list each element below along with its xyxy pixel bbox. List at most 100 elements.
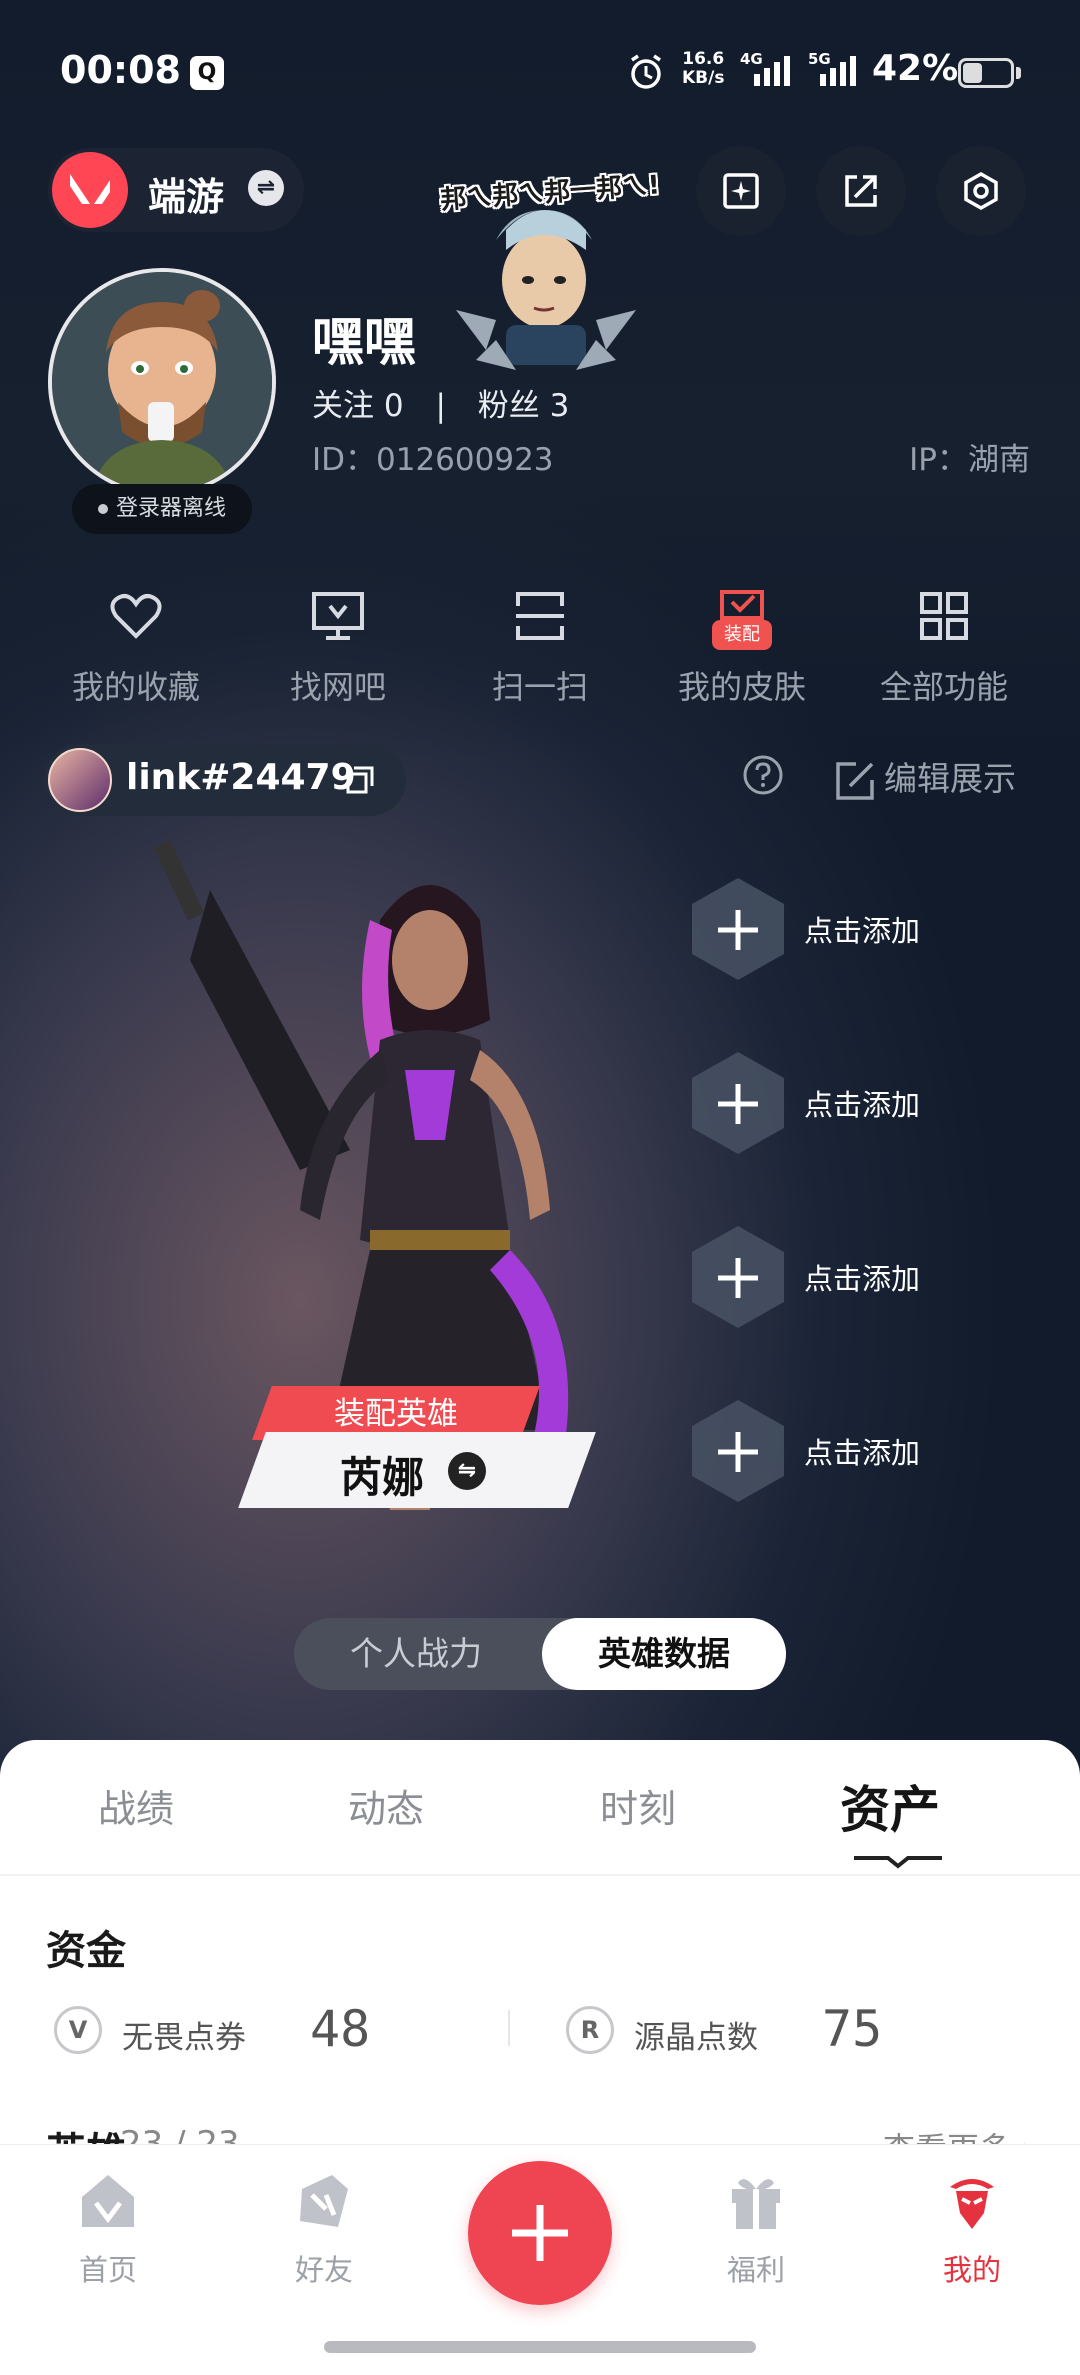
status-dot-icon bbox=[97, 504, 108, 514]
edit-display-button[interactable]: 编辑展示 bbox=[834, 752, 1016, 802]
plus-icon bbox=[718, 1432, 758, 1472]
quick-action-label: 扫一扫 bbox=[491, 668, 588, 706]
add-slot-1[interactable]: 点击添加 bbox=[690, 876, 990, 986]
tab-assets[interactable]: 资产 bbox=[840, 1770, 940, 1842]
currency-label: 无畏点券 bbox=[122, 2020, 246, 2056]
add-slot-label: 点击添加 bbox=[804, 914, 921, 948]
gift-icon bbox=[724, 2169, 788, 2233]
network-speed-unit: KB/s bbox=[682, 68, 725, 88]
plus-icon bbox=[512, 2205, 568, 2261]
settings-hex-icon bbox=[964, 171, 998, 211]
quick-action-netcafe[interactable]: 找网吧 bbox=[238, 588, 438, 708]
fans-count[interactable]: 粉丝 3 bbox=[478, 388, 570, 424]
currency-label: 源晶点数 bbox=[634, 2020, 758, 2056]
add-slot-4[interactable]: 点击添加 bbox=[690, 1398, 990, 1508]
edit-icon bbox=[836, 761, 874, 800]
qq-notification-icon: Q bbox=[190, 56, 224, 90]
tab-divider bbox=[0, 1874, 1080, 1876]
scan-icon bbox=[512, 588, 568, 644]
avatar[interactable] bbox=[48, 268, 276, 496]
add-slot-2[interactable]: 点击添加 bbox=[690, 1050, 990, 1160]
copy-icon[interactable] bbox=[344, 764, 376, 796]
segment-personal-power[interactable]: 个人战力 bbox=[294, 1618, 538, 1690]
battery-fill bbox=[963, 63, 983, 83]
nav-label: 福利 bbox=[726, 2253, 785, 2287]
plus-icon bbox=[718, 910, 758, 950]
friends-icon bbox=[292, 2169, 356, 2233]
hero-name: 芮娜 bbox=[340, 1453, 425, 1502]
signal-icon-2 bbox=[820, 56, 856, 86]
skin-icon: 装配 bbox=[712, 588, 772, 650]
currency-value: 75 bbox=[822, 2000, 883, 2058]
nav-label: 好友 bbox=[294, 2253, 353, 2287]
nav-label: 我的 bbox=[942, 2253, 1001, 2287]
account-link-name: link#24479 bbox=[126, 757, 356, 798]
valorant-logo-icon bbox=[52, 152, 128, 228]
active-tab-indicator bbox=[854, 1856, 942, 1869]
hero-switch-icon[interactable]: ⇋ bbox=[448, 1452, 486, 1490]
tab-feed[interactable]: 动态 bbox=[348, 1778, 424, 1833]
status-bar: 00:08 Q 16.6 KB/s 4G 5G 42% bbox=[0, 40, 1080, 110]
quick-action-label: 我的收藏 bbox=[71, 668, 200, 706]
launcher-status-badge: 登录器离线 bbox=[72, 484, 252, 534]
monitor-icon bbox=[310, 588, 366, 644]
share-icon bbox=[845, 175, 877, 207]
create-post-button[interactable] bbox=[468, 2161, 612, 2305]
user-nickname: 嘿嘿 bbox=[312, 313, 417, 373]
avatar-image bbox=[52, 272, 272, 492]
plus-icon bbox=[718, 1258, 758, 1298]
signal-icon bbox=[754, 56, 790, 86]
bottom-navigation: 首页 好友 福利 我的 bbox=[0, 2144, 1080, 2375]
currency-separator bbox=[508, 2010, 510, 2046]
network-speed: 16.6 KB/s bbox=[682, 50, 724, 88]
grid-icon bbox=[916, 588, 972, 644]
status-time: 00:08 bbox=[60, 48, 181, 92]
valorant-points-icon: V bbox=[54, 2006, 102, 2054]
ip-location: IP：湖南 bbox=[909, 442, 1030, 478]
quick-action-skins[interactable]: 装配 我的皮肤 bbox=[642, 588, 842, 708]
profile-agent-icon bbox=[940, 2169, 1004, 2233]
home-icon bbox=[76, 2169, 140, 2233]
battery-icon bbox=[958, 58, 1014, 88]
following-count[interactable]: 关注 0 bbox=[312, 388, 404, 424]
add-slot-3[interactable]: 点击添加 bbox=[690, 1224, 990, 1334]
account-avatar bbox=[48, 748, 112, 812]
help-icon[interactable] bbox=[742, 754, 784, 796]
segment-hero-data[interactable]: 英雄数据 bbox=[542, 1618, 786, 1690]
quick-action-favorites[interactable]: 我的收藏 bbox=[36, 588, 236, 708]
radianite-points-icon: R bbox=[566, 2006, 614, 2054]
quick-action-label: 我的皮肤 bbox=[677, 668, 806, 706]
quick-action-scan[interactable]: 扫一扫 bbox=[440, 588, 640, 708]
home-indicator bbox=[324, 2341, 756, 2353]
add-slot-label: 点击添加 bbox=[804, 1088, 921, 1122]
funds-title: 资金 bbox=[46, 1928, 126, 1974]
settings-button[interactable] bbox=[936, 146, 1026, 236]
tab-moments[interactable]: 时刻 bbox=[600, 1778, 676, 1833]
nav-friends[interactable]: 好友 bbox=[244, 2169, 404, 2289]
quick-action-label: 找网吧 bbox=[289, 668, 386, 706]
add-slot-label: 点击添加 bbox=[804, 1436, 921, 1470]
follow-separator: | bbox=[435, 388, 446, 424]
nav-benefits[interactable]: 福利 bbox=[676, 2169, 836, 2289]
currency-vp: V 无畏点券 48 bbox=[54, 2000, 474, 2060]
quick-action-all[interactable]: 全部功能 bbox=[844, 588, 1044, 708]
heart-icon bbox=[108, 588, 164, 644]
nav-home[interactable]: 首页 bbox=[28, 2169, 188, 2289]
plus-icon bbox=[718, 1084, 758, 1124]
riot-account-pill[interactable]: link#24479 bbox=[44, 744, 406, 816]
card-sparkle-button[interactable] bbox=[696, 146, 786, 236]
battery-tip bbox=[1016, 67, 1021, 79]
quick-action-label: 全部功能 bbox=[879, 668, 1008, 706]
battery-percent: 42% bbox=[872, 48, 959, 89]
game-switcher[interactable]: 端游 ⇌ bbox=[48, 148, 304, 232]
skin-badge: 装配 bbox=[712, 620, 772, 650]
currency-value: 48 bbox=[310, 2000, 371, 2058]
network-speed-value: 16.6 bbox=[682, 49, 725, 69]
nav-me[interactable]: 我的 bbox=[892, 2169, 1052, 2289]
page: 00:08 Q 16.6 KB/s 4G 5G 42% 端游 ⇌ 邦ㄟ邦ㄟ邦一邦… bbox=[0, 0, 1080, 2375]
tab-records[interactable]: 战绩 bbox=[98, 1778, 174, 1833]
share-button[interactable] bbox=[816, 146, 906, 236]
follow-stats: 关注 0 | 粉丝 3 bbox=[312, 380, 569, 425]
equip-tag: 装配英雄 bbox=[334, 1396, 458, 1432]
game-name: 端游 bbox=[148, 175, 225, 219]
